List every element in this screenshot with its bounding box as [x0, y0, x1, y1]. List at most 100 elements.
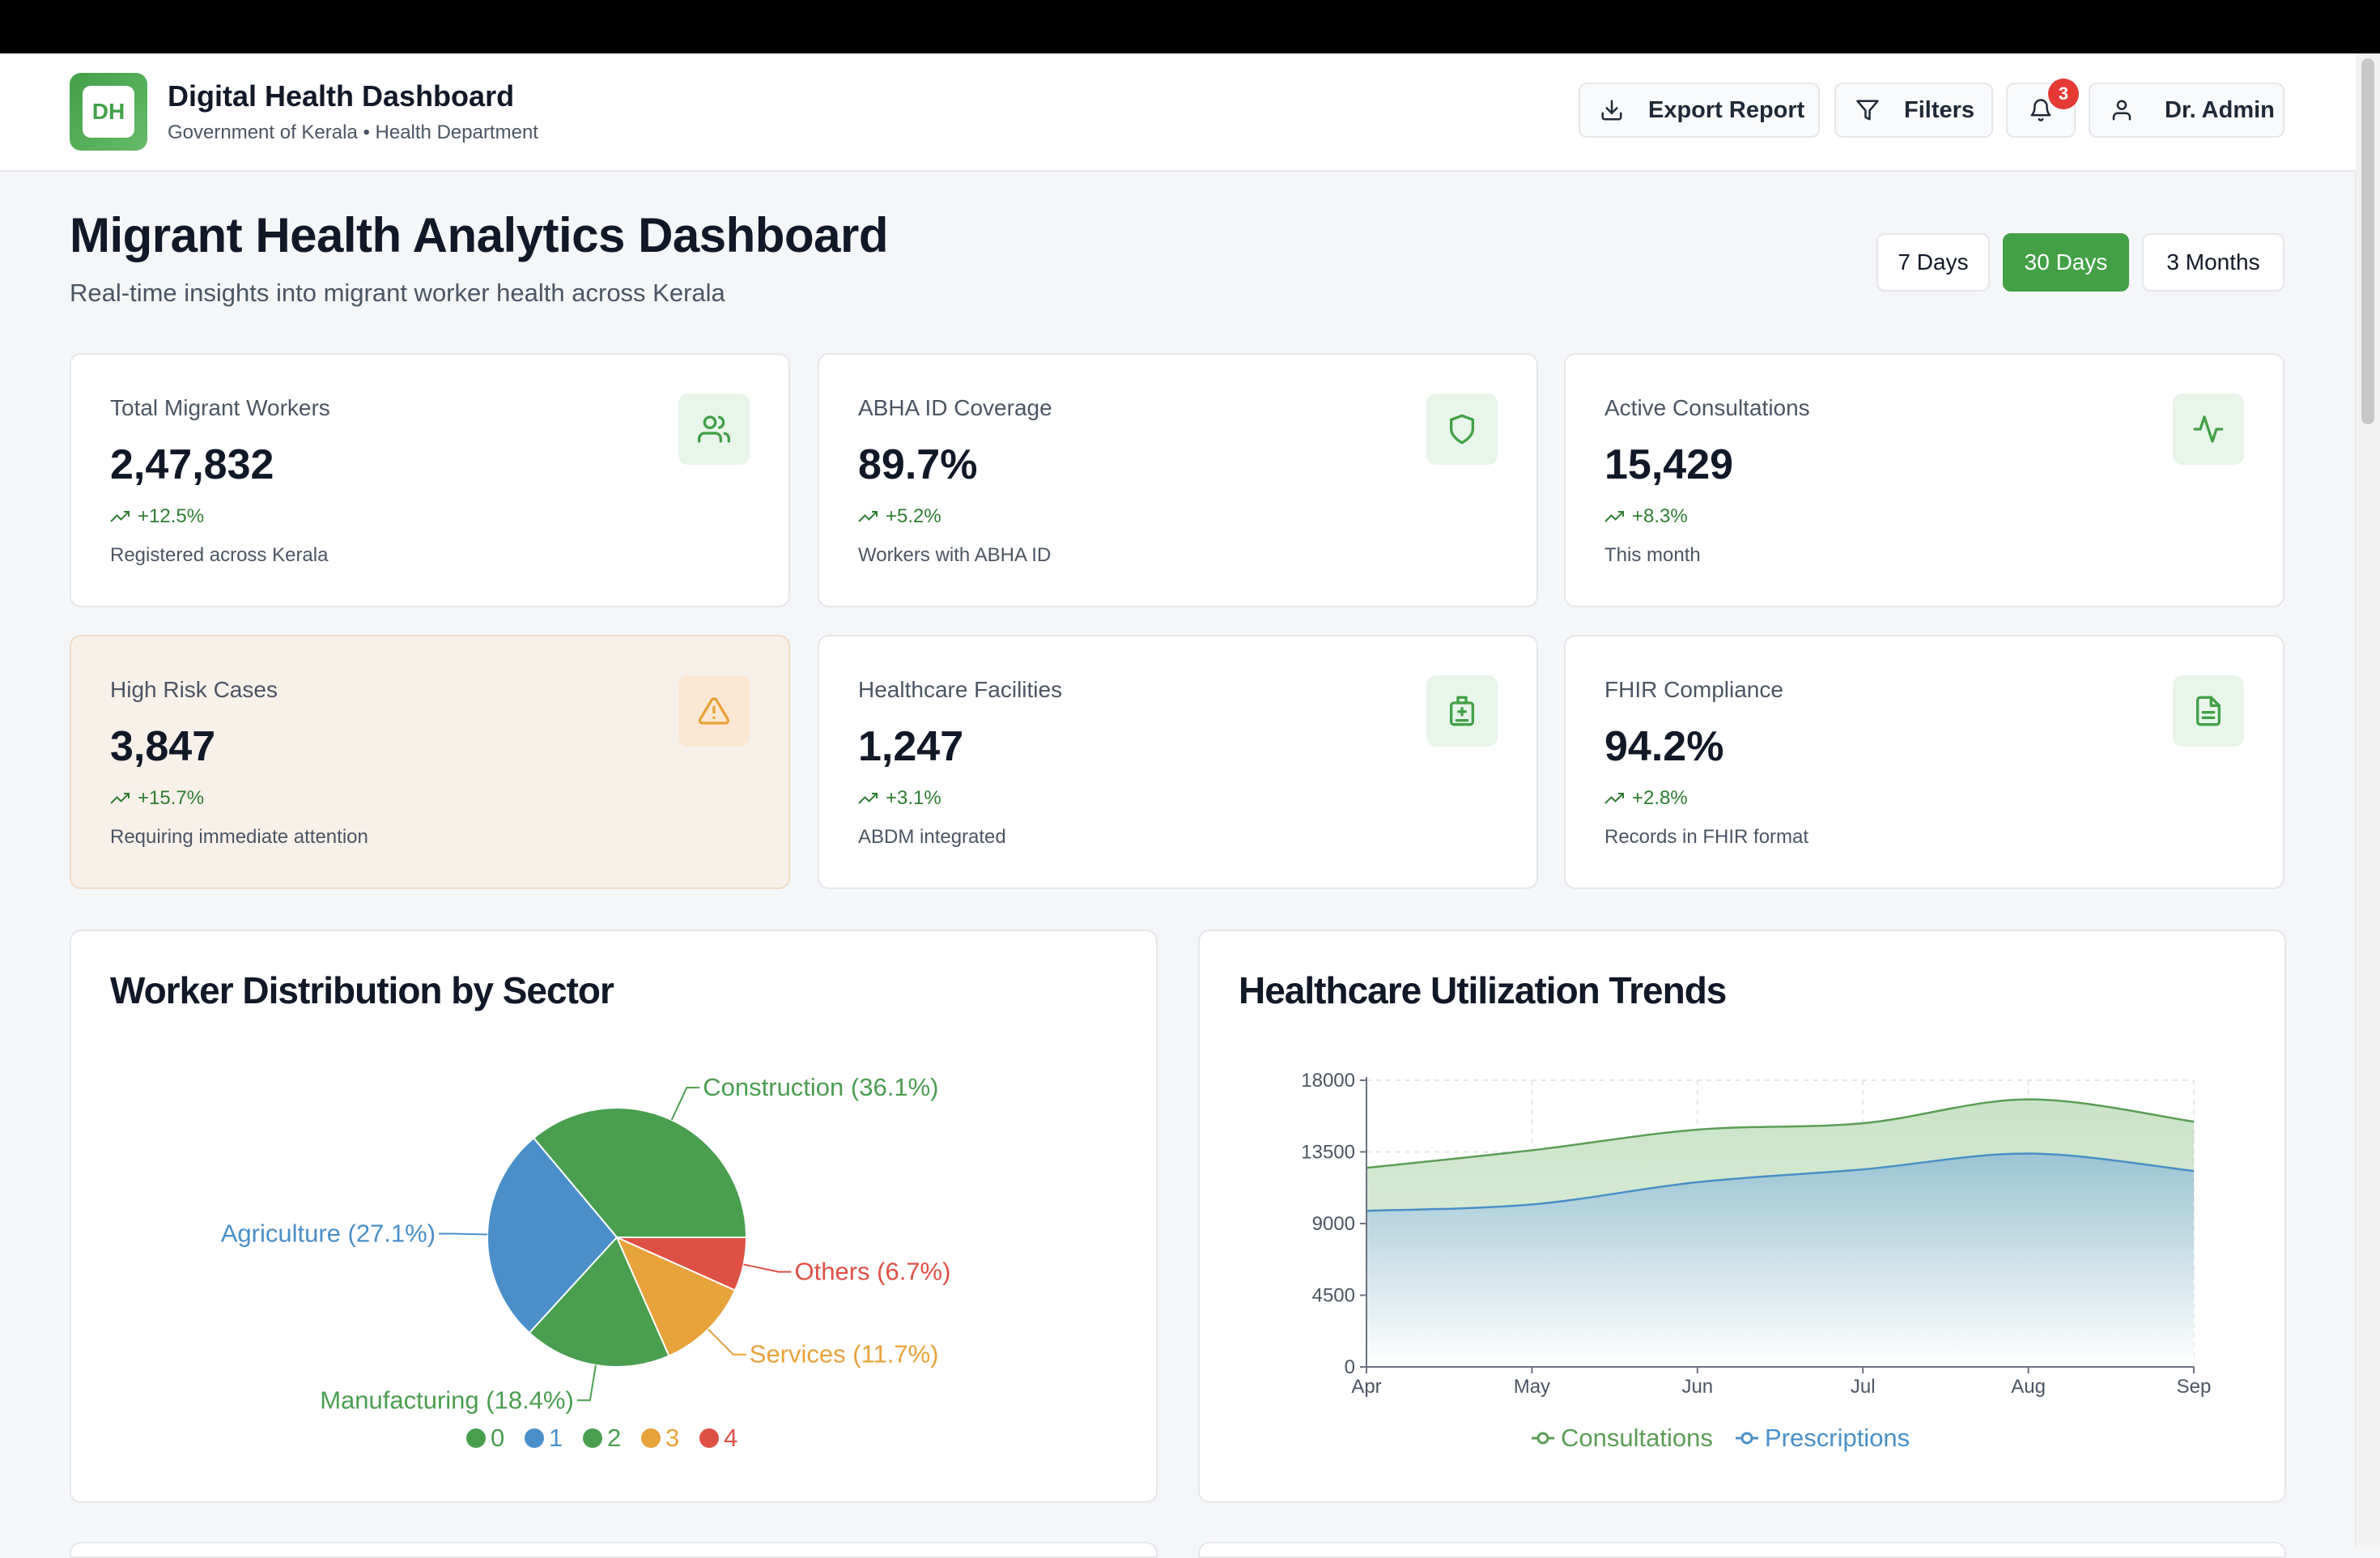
export-report-label: Export Report [1648, 96, 1805, 123]
next-panel-right [1198, 1542, 2286, 1558]
x-tick-label: Jun [1681, 1376, 1713, 1398]
stat-value: 89.7% [858, 441, 978, 488]
sector-distribution-panel: Worker Distribution by Sector Constructi… [70, 930, 1158, 1503]
file-text-icon [2173, 675, 2244, 747]
pie-leader-line [576, 1364, 597, 1402]
stat-card-healthcare-facilities: Healthcare Facilities 1,247 +3.1% ABDM i… [818, 635, 1538, 889]
pie-leader-line [670, 1087, 700, 1121]
notifications-button[interactable]: 3 [2006, 79, 2079, 138]
stat-delta: +3.1% [858, 787, 941, 810]
legend-marker [525, 1428, 544, 1448]
trending-up-icon [1604, 511, 1624, 522]
legend-marker [1536, 1432, 1549, 1445]
stat-label: Active Consultations [1604, 395, 1810, 420]
legend-marker [466, 1428, 486, 1448]
y-tick-label: 13500 [1301, 1142, 1355, 1164]
stat-description: Records in FHIR format [1604, 826, 1809, 848]
window-top-bar [0, 0, 2380, 53]
alert-triangle-icon [678, 675, 750, 747]
stat-delta: +12.5% [110, 505, 204, 528]
stat-delta: +8.3% [1604, 505, 1688, 528]
stat-delta: +5.2% [858, 505, 941, 528]
bell-icon [2029, 98, 2053, 122]
user-label: Dr. Admin [2165, 96, 2275, 123]
range-3-months-button[interactable]: 3 Months [2142, 233, 2284, 292]
trending-up-icon [858, 793, 878, 804]
trending-up-icon [1604, 793, 1624, 804]
logo-text: DH [83, 86, 134, 138]
stat-value: 15,429 [1604, 441, 1734, 488]
pie-slice-label: Services (11.7%) [750, 1340, 939, 1369]
filter-icon [1855, 98, 1880, 122]
pie-chart: Construction (36.1%) Agriculture (27.1%) M… [221, 1073, 951, 1452]
y-tick-label: 9000 [1312, 1213, 1355, 1235]
stat-description: This month [1604, 544, 1701, 566]
legend-marker [1740, 1432, 1753, 1445]
filters-label: Filters [1904, 96, 1975, 123]
stat-card-abha-coverage: ABHA ID Coverage 89.7% +5.2% Workers wit… [818, 353, 1538, 607]
stat-description: Workers with ABHA ID [858, 544, 1052, 566]
legend-marker [699, 1428, 719, 1448]
scrollbar-thumb[interactable] [2361, 58, 2374, 424]
pie-slice-label: Agriculture (27.1%) [221, 1220, 436, 1248]
x-tick-label: Jul [1851, 1376, 1876, 1398]
next-panel-left [70, 1542, 1158, 1558]
x-tick-label: Apr [1351, 1376, 1381, 1398]
legend-marker [641, 1428, 661, 1448]
app-logo: DH [70, 73, 147, 151]
stat-delta-text: +15.7% [138, 787, 205, 809]
notification-badge: 3 [2048, 79, 2079, 109]
stat-delta-text: +5.2% [886, 505, 941, 527]
filters-button[interactable]: Filters [1834, 83, 1993, 138]
page-title: Migrant Health Analytics Dashboard [70, 208, 888, 262]
pie-slice-label: Manufacturing (18.4%) [320, 1386, 574, 1414]
stat-delta-text: +8.3% [1632, 505, 1688, 527]
stat-card-total-workers: Total Migrant Workers 2,47,832 +12.5% Re… [70, 353, 790, 607]
stat-delta-text: +2.8% [1632, 787, 1688, 809]
x-tick-label: Aug [2011, 1376, 2046, 1398]
pie-slice-label: Construction (36.1%) [703, 1073, 938, 1101]
trending-up-icon [110, 793, 130, 804]
stat-delta: +2.8% [1604, 787, 1688, 810]
pie-leader-line [743, 1263, 792, 1273]
stat-label: High Risk Cases [110, 677, 278, 702]
stat-value: 2,47,832 [110, 441, 274, 488]
legend-label: Prescriptions [1765, 1424, 1910, 1452]
user-menu-button[interactable]: Dr. Admin [2089, 83, 2284, 138]
app-title: Digital Health Dashboard [168, 79, 515, 113]
stat-delta-text: +12.5% [138, 505, 205, 527]
legend-label: 2 [607, 1424, 621, 1452]
stat-value: 94.2% [1604, 723, 1724, 770]
y-tick-label: 18000 [1301, 1070, 1355, 1092]
user-icon [2110, 98, 2134, 122]
stat-delta-text: +3.1% [886, 787, 941, 809]
range-7-days-button[interactable]: 7 Days [1876, 233, 1990, 292]
stat-label: ABHA ID Coverage [858, 395, 1052, 420]
legend-label: 0 [491, 1424, 504, 1452]
legend-marker [583, 1428, 602, 1448]
stat-card-high-risk: High Risk Cases 3,847 +15.7% Requiring i… [70, 635, 790, 889]
stat-value: 1,247 [858, 723, 964, 770]
shield-icon [1426, 394, 1498, 465]
app-header: DH Digital Health Dashboard Government o… [0, 53, 2356, 172]
stat-label: FHIR Compliance [1604, 677, 1783, 702]
pie-leader-line [708, 1328, 746, 1356]
utilization-trends-panel: Healthcare Utilization Trends 0 4500 9000 1… [1198, 930, 2286, 1503]
y-tick-label: 4500 [1312, 1285, 1355, 1307]
range-30-days-button[interactable]: 30 Days [2003, 233, 2129, 292]
stat-card-fhir-compliance: FHIR Compliance 94.2% +2.8% Records in F… [1564, 635, 2284, 889]
stat-label: Total Migrant Workers [110, 395, 330, 420]
stat-label: Healthcare Facilities [858, 677, 1063, 702]
stat-delta: +15.7% [110, 787, 204, 810]
hospital-icon [1426, 675, 1498, 747]
stat-description: Registered across Kerala [110, 544, 329, 566]
vertical-scrollbar[interactable] [2355, 53, 2380, 1548]
users-icon [678, 394, 750, 465]
download-icon [1600, 98, 1624, 122]
stat-value: 3,847 [110, 723, 216, 770]
legend-label: Consultations [1561, 1424, 1713, 1452]
export-report-button[interactable]: Export Report [1579, 83, 1820, 138]
stat-description: Requiring immediate attention [110, 826, 368, 848]
x-tick-label: May [1514, 1376, 1550, 1398]
y-tick-label: 0 [1345, 1356, 1355, 1378]
